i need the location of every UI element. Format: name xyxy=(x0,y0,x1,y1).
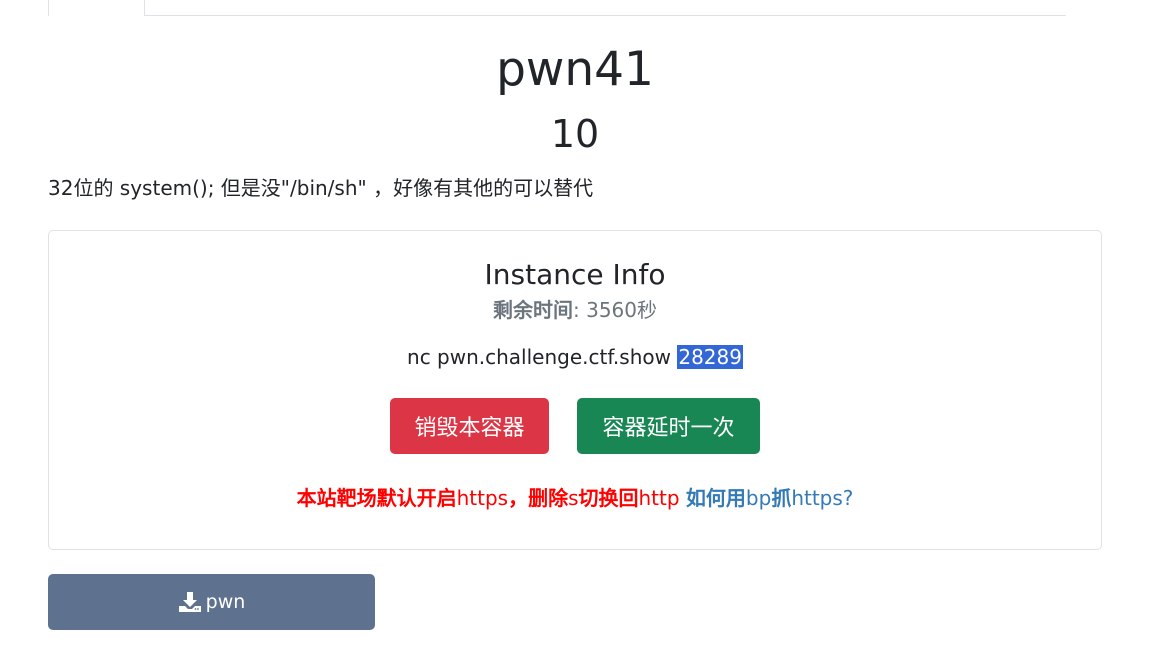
tab-strip xyxy=(48,0,1066,16)
instance-info-title: Instance Info xyxy=(484,258,666,291)
time-remaining-separator: : xyxy=(572,298,587,322)
help-link-text-1: 如何用 xyxy=(685,486,746,510)
help-link-text-4: https? xyxy=(791,486,854,510)
tab-challenge[interactable] xyxy=(48,0,145,16)
notice-text-4: s xyxy=(568,486,579,510)
help-link-text-2: bp xyxy=(745,486,772,510)
time-remaining: 剩余时间: 3560秒 xyxy=(49,295,1101,325)
time-remaining-label: 剩余时间 xyxy=(492,298,573,322)
notice-text-5: 切换回 xyxy=(578,486,639,510)
destroy-container-button[interactable]: 销毁本容器 xyxy=(390,398,549,454)
notice-text-6: http xyxy=(638,486,680,510)
bp-https-help-link[interactable]: 如何用bp抓https? xyxy=(686,486,853,510)
extend-container-button[interactable]: 容器延时一次 xyxy=(577,398,760,454)
notice-text-1: 本站靶场默认开启 xyxy=(296,486,457,510)
challenge-points: 10 xyxy=(550,112,600,156)
time-remaining-value: 3560秒 xyxy=(586,298,657,322)
connection-command: nc pwn.challenge.ctf.show 28289 xyxy=(49,341,1101,373)
challenge-page: pwn41 10 32位的 system(); 但是没"/bin/sh" ，好像… xyxy=(0,0,1166,652)
challenge-description: 32位的 system(); 但是没"/bin/sh" ，好像有其他的可以替代 xyxy=(48,176,594,200)
notice-text-3: ，删除 xyxy=(508,486,569,510)
instance-info-card: Instance Info 剩余时间: 3560秒 nc pwn.challen… xyxy=(48,230,1102,550)
connection-port[interactable]: 28289 xyxy=(677,345,743,369)
notice-text-2: https xyxy=(456,486,509,510)
download-icon xyxy=(178,591,202,613)
connection-host: nc pwn.challenge.ctf.show xyxy=(407,345,678,369)
download-pwn-button[interactable]: pwn xyxy=(48,574,375,630)
challenge-title: pwn41 xyxy=(496,42,654,97)
download-label: pwn xyxy=(205,591,246,613)
help-link-text-3: 抓 xyxy=(771,486,792,510)
https-notice: 本站靶场默认开启https，删除s切换回http 如何用bp抓https? xyxy=(49,482,1101,514)
